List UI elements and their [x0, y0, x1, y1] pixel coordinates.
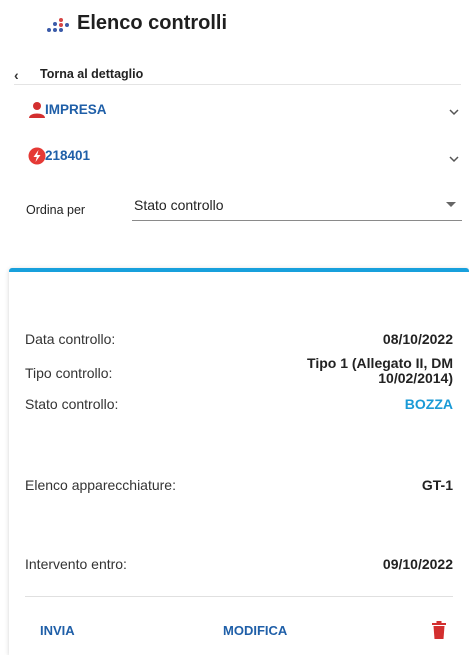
accordion-impresa[interactable]: IMPRESA	[28, 99, 468, 125]
sort-selected-value: Stato controllo	[134, 197, 224, 213]
field-label: Data controllo:	[25, 331, 116, 347]
chevron-down-icon	[449, 156, 459, 163]
field-label: Elenco apparecchiature:	[25, 477, 176, 493]
chevron-down-icon	[449, 109, 459, 116]
sort-label: Ordina per	[26, 203, 86, 217]
control-card: Data controllo: 08/10/2022 Tipo controll…	[9, 268, 469, 655]
accordion-plant[interactable]: 218401	[28, 145, 468, 171]
dots-logo-icon	[47, 18, 69, 34]
page-title: Elenco controlli	[77, 12, 228, 34]
back-link[interactable]: ‹ Torna al dettaglio	[14, 66, 461, 85]
card-divider	[25, 596, 453, 597]
modifica-button[interactable]: MODIFICA	[223, 623, 287, 638]
status-badge: BOZZA	[404, 396, 453, 412]
caret-down-icon	[446, 202, 456, 207]
field-value: GT-1	[421, 477, 453, 493]
field-label: Stato controllo:	[25, 396, 119, 412]
field-label: Tipo controllo:	[25, 365, 113, 381]
bolt-icon	[28, 147, 46, 165]
field-value: 09/10/2022	[382, 556, 453, 572]
trash-icon[interactable]	[432, 621, 446, 639]
invia-button[interactable]: INVIA	[40, 623, 75, 638]
person-icon	[29, 102, 45, 118]
chevron-left-icon: ‹	[14, 67, 19, 83]
accordion-plant-label: 218401	[45, 148, 91, 163]
back-link-label: Torna al dettaglio	[40, 67, 144, 81]
accordion-impresa-label: IMPRESA	[45, 102, 107, 117]
app-header: Elenco controlli	[0, 0, 469, 60]
sort-select[interactable]: Stato controllo	[132, 194, 462, 221]
field-value: 08/10/2022	[382, 331, 453, 347]
field-value: Tipo 1 (Allegato II, DM 10/02/2014)	[307, 355, 453, 386]
field-label: Intervento entro:	[25, 556, 127, 572]
